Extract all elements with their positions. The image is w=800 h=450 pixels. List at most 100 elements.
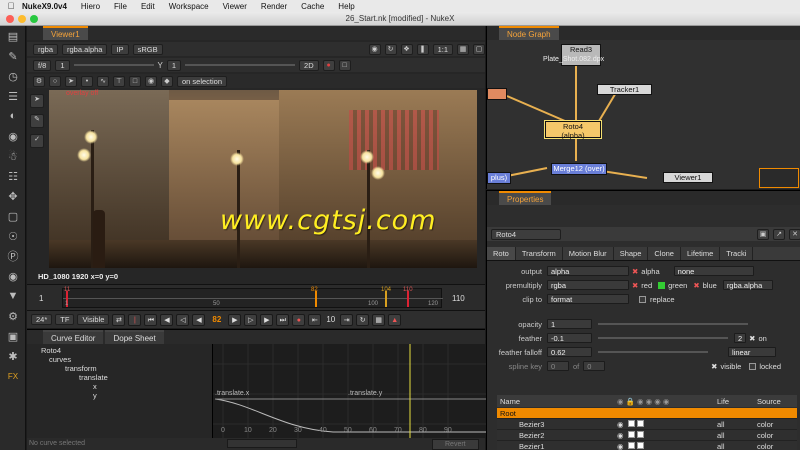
- feather-channels-field[interactable]: 2: [734, 333, 747, 343]
- grid-icon[interactable]: ▦: [457, 43, 469, 55]
- replace-checkbox[interactable]: [639, 295, 646, 303]
- keyer-icon[interactable]: ☃: [0, 146, 26, 166]
- out-marker[interactable]: [407, 291, 409, 307]
- step-forward-icon[interactable]: ▷: [244, 313, 258, 326]
- particles-icon[interactable]: ✱: [0, 346, 26, 366]
- first-frame-icon[interactable]: ⏮: [144, 313, 158, 326]
- metadata-icon[interactable]: ◉: [0, 266, 26, 286]
- tab-dope-sheet[interactable]: Dope Sheet: [105, 330, 164, 344]
- toolsets-icon[interactable]: ▼: [0, 286, 26, 306]
- skip-forward-icon[interactable]: ⇥: [340, 313, 354, 326]
- layer-bezier3-flags[interactable]: ◉: [617, 419, 717, 429]
- draw-icon[interactable]: ✎: [0, 46, 26, 66]
- fstop-dropdown[interactable]: f/8: [33, 59, 52, 71]
- cache-icon[interactable]: ❖: [400, 43, 413, 55]
- opacity-slider[interactable]: [598, 323, 748, 325]
- record-icon[interactable]: ●: [292, 313, 306, 326]
- node-offscreen-left[interactable]: [487, 88, 507, 100]
- col-life[interactable]: Life: [717, 397, 757, 406]
- apple-icon[interactable]: : [0, 1, 22, 11]
- tab-shape[interactable]: Shape: [614, 247, 649, 260]
- select-tool-icon[interactable]: ➤: [30, 94, 44, 108]
- fps-dropdown[interactable]: 24*: [31, 314, 53, 325]
- red-check-icon[interactable]: ✖: [632, 281, 638, 290]
- node-tracker[interactable]: Tracker1: [597, 84, 652, 95]
- image-icon[interactable]: ▤: [0, 26, 26, 46]
- tab-transform[interactable]: Transform: [516, 247, 563, 260]
- menu-app-name[interactable]: NukeX9.0v4: [22, 2, 67, 11]
- channel-icon[interactable]: ☰: [0, 86, 26, 106]
- layer-bezier1-flags[interactable]: ◉: [617, 441, 717, 450]
- layer-row-bezier2[interactable]: Bezier2 ◉ all color: [497, 430, 797, 441]
- step-back-icon[interactable]: ◁: [176, 313, 190, 326]
- timeline-track[interactable]: 11 82 104 110 1 50 100 120: [62, 287, 443, 308]
- skip-back-icon[interactable]: ⇤: [308, 313, 322, 326]
- layer-row-bezier3[interactable]: Bezier3 ◉ all color: [497, 419, 797, 430]
- lock-icon[interactable]: ◉: [368, 43, 381, 55]
- refresh-icon[interactable]: ↻: [384, 43, 397, 55]
- prev-key-icon[interactable]: ◀: [160, 313, 174, 326]
- tab-roto[interactable]: Roto: [487, 247, 516, 260]
- tangent-icon[interactable]: ∿: [97, 75, 109, 87]
- timeline[interactable]: 1 11 82 104 110 1 50 100 120 110: [27, 284, 485, 310]
- tab-clone[interactable]: Clone: [648, 247, 681, 260]
- layer-bezier2-flags[interactable]: ◉: [617, 430, 717, 440]
- label-icon[interactable]: ⊤: [113, 75, 125, 87]
- menu-help[interactable]: Help: [338, 2, 354, 11]
- tree-x[interactable]: x: [27, 382, 212, 391]
- visible-dropdown[interactable]: Visible: [77, 314, 110, 325]
- node-name-field[interactable]: Roto4: [491, 228, 561, 240]
- filter-icon[interactable]: ◉: [0, 126, 26, 146]
- current-frame-field[interactable]: 82: [208, 315, 225, 324]
- tab-lifetime[interactable]: Lifetime: [681, 247, 721, 260]
- bounce-icon[interactable]: ⇄: [112, 313, 126, 326]
- play-icon[interactable]: ▶: [228, 313, 242, 326]
- menu-cache[interactable]: Cache: [301, 2, 324, 11]
- output-alpha-check[interactable]: alpha: [641, 267, 659, 276]
- loop-icon[interactable]: ↻: [356, 313, 370, 326]
- tree-y[interactable]: y: [27, 391, 212, 400]
- green-check-icon[interactable]: [658, 281, 666, 289]
- clip-to-dropdown[interactable]: format: [547, 294, 629, 304]
- node-offscreen-plus[interactable]: plus): [487, 172, 511, 184]
- feather-slider[interactable]: [598, 337, 728, 339]
- views-icon[interactable]: ☉: [0, 226, 26, 246]
- layer-row-bezier1[interactable]: Bezier1 ◉ all color: [497, 441, 797, 450]
- stop-icon[interactable]: ●: [322, 59, 335, 71]
- premultiply-dropdown[interactable]: rgba: [547, 280, 629, 290]
- time-icon[interactable]: ◷: [0, 66, 26, 86]
- node-viewer[interactable]: Viewer1: [663, 172, 713, 183]
- settings-icon[interactable]: ⚙: [33, 75, 45, 87]
- tab-tracking[interactable]: Tracki: [720, 247, 754, 260]
- render-icon[interactable]: ▲: [388, 313, 402, 326]
- channels-dropdown[interactable]: rgba: [33, 43, 59, 55]
- pause-icon[interactable]: ❚: [416, 43, 429, 55]
- timeline-start[interactable]: 1: [39, 294, 43, 303]
- menu-file[interactable]: File: [114, 2, 127, 11]
- tree-transform[interactable]: transform: [27, 364, 212, 373]
- next-key-icon[interactable]: ▶: [260, 313, 274, 326]
- timeline-end[interactable]: 110: [452, 294, 465, 303]
- step-field[interactable]: 10: [324, 315, 337, 324]
- view-mode-dropdown[interactable]: 2D: [299, 59, 319, 71]
- tab-curve-editor[interactable]: Curve Editor: [43, 330, 104, 344]
- feather-field[interactable]: -0.1: [547, 333, 592, 343]
- play-back-icon[interactable]: ◀: [192, 313, 206, 326]
- falloff-interp-dropdown[interactable]: linear: [728, 347, 776, 357]
- box-icon[interactable]: □: [129, 75, 141, 87]
- ip-toggle[interactable]: IP: [111, 43, 129, 55]
- point-icon[interactable]: •: [81, 75, 93, 87]
- roi-icon[interactable]: □: [338, 59, 351, 71]
- premult-alpha-dropdown[interactable]: rgba.alpha: [722, 280, 773, 290]
- spline-key-field[interactable]: 0: [547, 361, 569, 371]
- output-dropdown[interactable]: alpha: [547, 266, 629, 276]
- menu-hiero[interactable]: Hiero: [81, 2, 100, 11]
- menu-edit[interactable]: Edit: [141, 2, 155, 11]
- in-point-icon[interactable]: |: [128, 313, 142, 326]
- merge-icon[interactable]: ☷: [0, 166, 26, 186]
- menu-viewer[interactable]: Viewer: [223, 2, 247, 11]
- gamma-slider[interactable]: [185, 64, 296, 66]
- gain-field[interactable]: 1: [55, 59, 70, 71]
- key-marker[interactable]: [385, 291, 387, 307]
- menu-workspace[interactable]: Workspace: [169, 2, 209, 11]
